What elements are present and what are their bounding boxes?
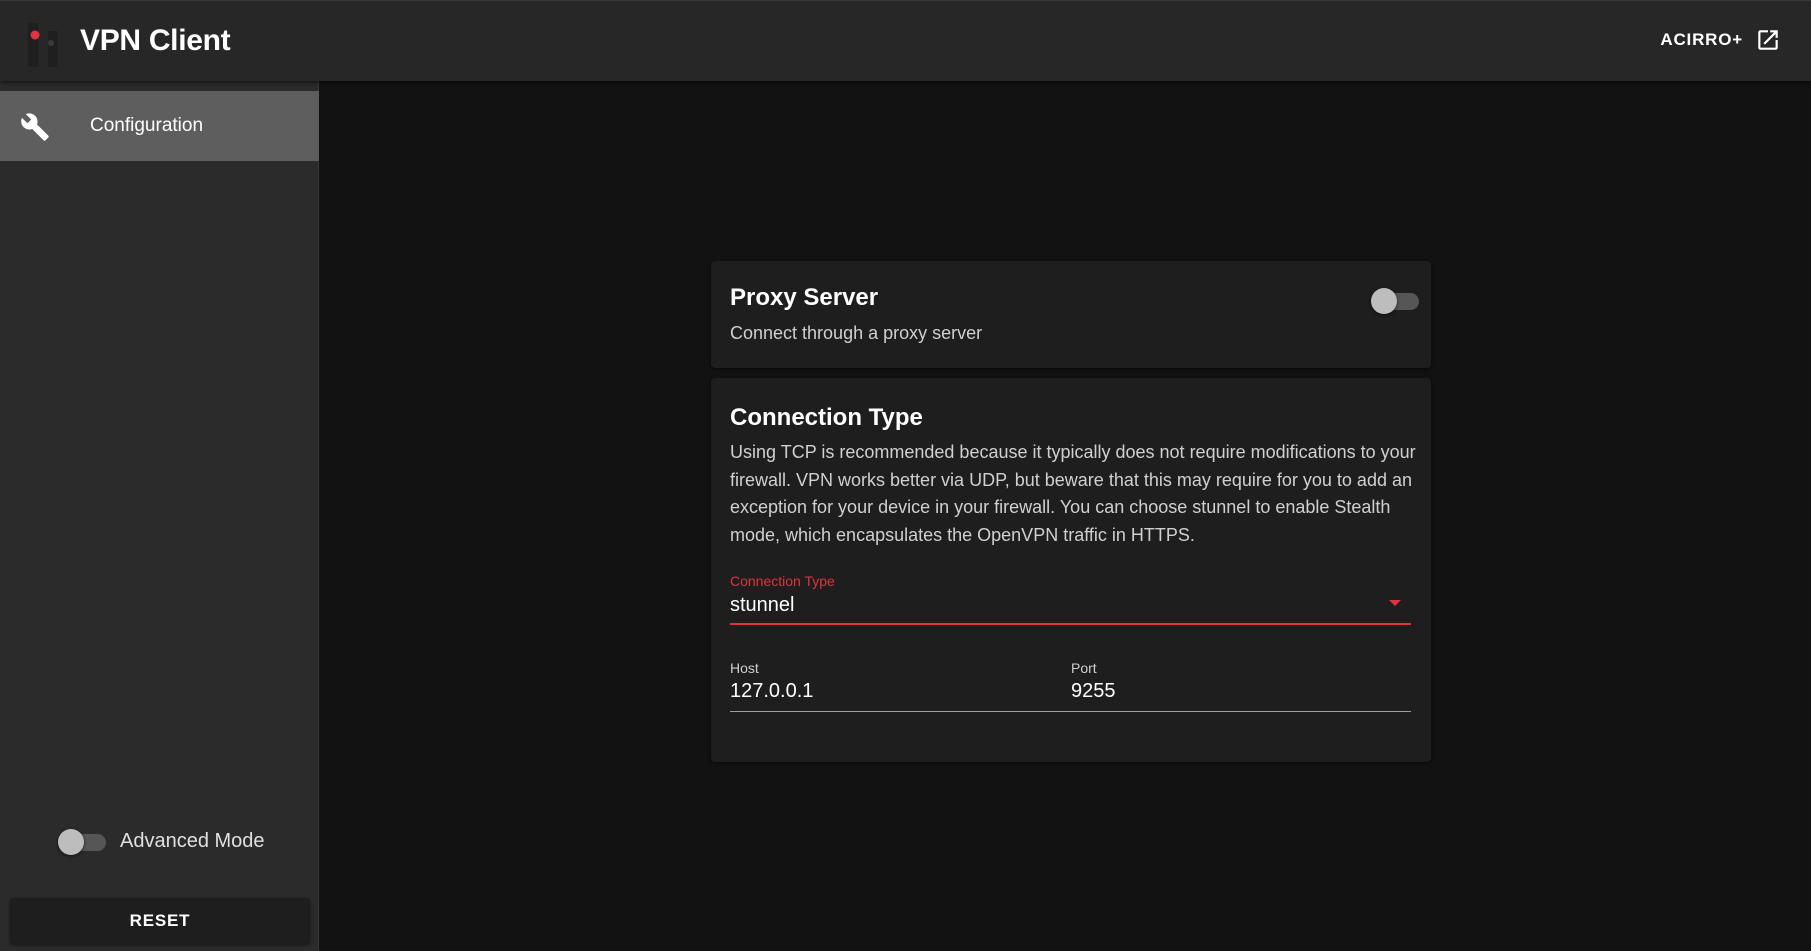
port-input[interactable] [1071,680,1411,703]
port-field: Port [1071,660,1411,712]
app-bar: VPN Client ACIRRO+ [0,0,1811,81]
reset-button[interactable]: RESET [10,898,310,944]
proxy-server-subtitle: Connect through a proxy server [730,323,983,343]
connection-type-description: Using TCP is recommended because it typi… [730,442,1416,545]
host-input[interactable] [730,680,1071,703]
host-label: Host [730,660,759,676]
caret-down-icon [1389,600,1401,606]
connection-type-card: Connection Type Using TCP is recommended… [711,378,1431,762]
advanced-mode-label: Advanced Mode [120,829,265,852]
open-in-new-icon [1758,30,1778,50]
proxy-server-switch[interactable] [1371,288,1421,314]
app-title: VPN Client [80,24,231,57]
advanced-mode-toggle[interactable]: Advanced Mode [58,829,265,855]
switch-thumb [58,829,84,855]
sidebar-item-label: Configuration [90,115,204,136]
switch-thumb [1371,288,1397,314]
sidebar-item-configuration[interactable]: Configuration [0,91,319,161]
connection-type-title: Connection Type [730,404,923,431]
brand-logo-icon [28,23,58,67]
connection-type-select-value: stunnel [730,594,795,616]
advanced-mode-switch[interactable] [58,829,108,855]
port-label: Port [1071,660,1097,676]
proxy-server-title: Proxy Server [730,284,879,311]
proxy-server-card: Proxy Server Connect through a proxy ser… [711,261,1431,368]
wrench-icon [21,113,49,141]
sidebar: Configuration Advanced Mode RESET [0,81,319,951]
connection-type-select[interactable]: Connection Type stunnel [730,573,1411,625]
connection-type-select-label: Connection Type [730,573,835,589]
host-field: Host [730,660,1071,712]
acirro-link[interactable]: ACIRRO+ [1660,27,1781,53]
acirro-link-label: ACIRRO+ [1660,30,1743,49]
